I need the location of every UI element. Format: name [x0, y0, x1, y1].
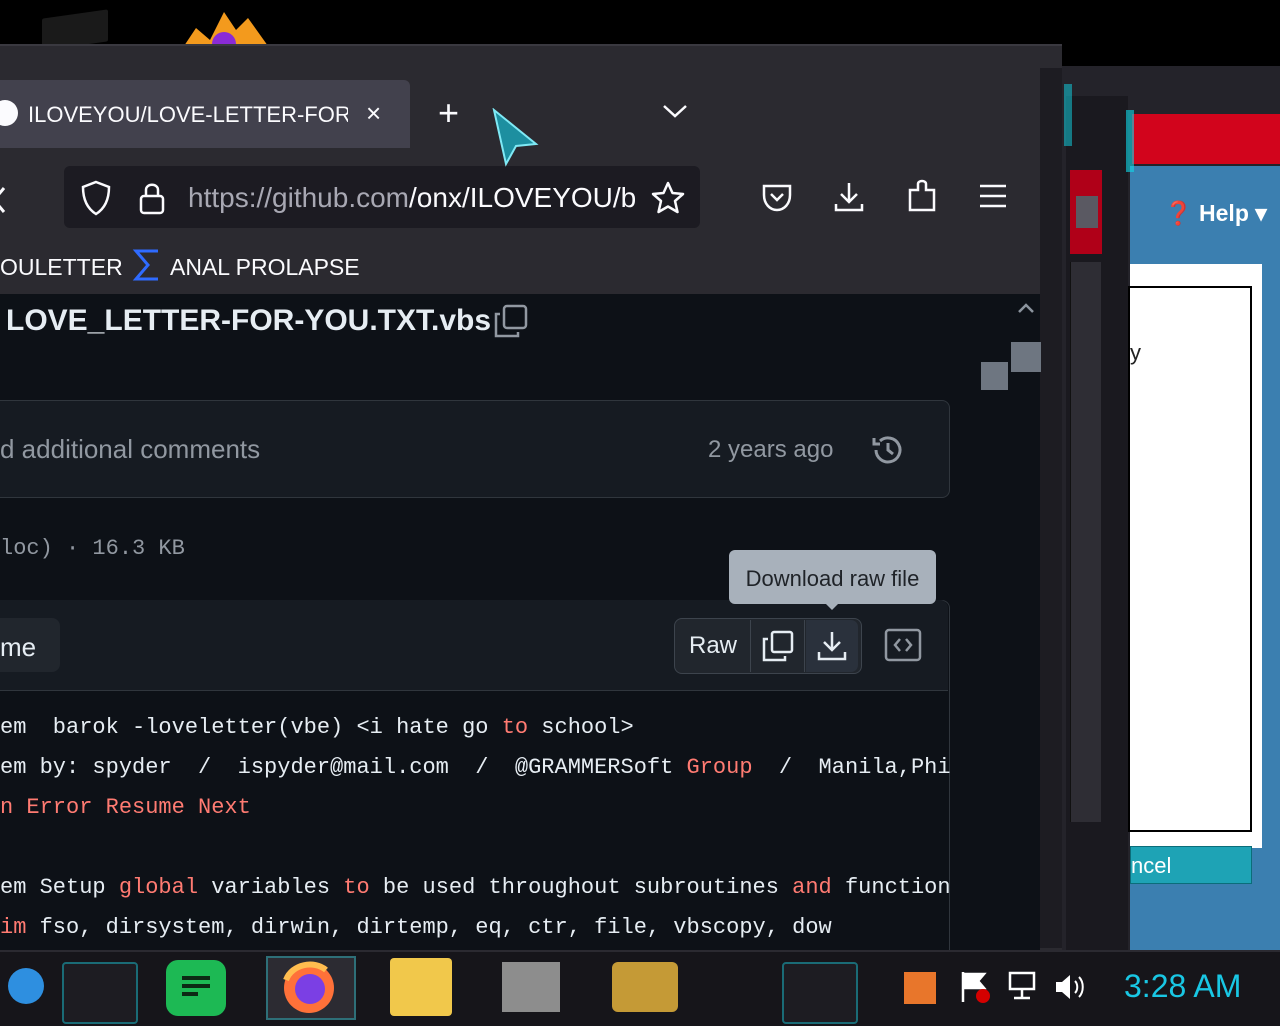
close-tab-icon[interactable]: ×	[366, 98, 381, 129]
back-arrow-icon[interactable]	[0, 186, 6, 214]
code-text: / Manila,Phi	[752, 755, 951, 780]
scroll-up-icon[interactable]	[1016, 298, 1036, 318]
notes-app-icon[interactable]	[166, 960, 226, 1016]
taskbar-slot[interactable]	[62, 962, 138, 1024]
history-icon[interactable]	[870, 432, 906, 468]
volume-icon[interactable]	[1054, 972, 1088, 1002]
file-explorer-icon[interactable]	[390, 958, 452, 1016]
code-line: em by: spyder / ispyder@mail.com / @GRAM…	[0, 748, 951, 788]
copy-icon	[762, 630, 794, 662]
help-label: Help	[1199, 200, 1249, 226]
sigma-icon	[132, 249, 158, 281]
pocket-icon[interactable]	[760, 180, 794, 214]
bookmark-star-icon[interactable]	[650, 180, 686, 216]
tooltip-arrow	[824, 602, 840, 610]
downloads-icon[interactable]	[832, 180, 866, 214]
url-text[interactable]: https://github.com/onx/ILOVEYOU/b	[188, 182, 636, 214]
code-tab-label: me	[0, 632, 37, 662]
tab-title: ILOVEYOU/LOVE-LETTER-FOR-YOU.TXT.vbs	[28, 102, 348, 127]
code-text: fso, dirsystem, dirwin, dirtemp, eq, ctr…	[26, 915, 832, 940]
code-line: im fso, dirsystem, dirwin, dirtemp, eq, …	[0, 908, 951, 948]
menu-icon[interactable]	[978, 182, 1008, 210]
code-keyword: n Error Resume Next	[0, 795, 251, 820]
chevron-down-icon[interactable]	[660, 96, 690, 126]
frame-glow	[1064, 84, 1072, 146]
dialog-text: y	[1130, 340, 1141, 365]
code-text: em barok -loveletter(vbe) <i hate go	[0, 715, 502, 740]
mouse-cursor-icon	[492, 108, 539, 167]
cancel-button[interactable]: ncel	[1130, 846, 1252, 884]
firefox-icon	[283, 961, 334, 1013]
scrollbar-thumb[interactable]	[1011, 342, 1041, 372]
download-tooltip: Download raw file	[729, 550, 936, 604]
code-text: function	[831, 875, 951, 900]
code-keyword: im	[0, 915, 27, 940]
frame-glow	[1126, 110, 1134, 172]
github-icon	[0, 100, 18, 126]
code-text: em Setup	[0, 875, 119, 900]
new-tab-button[interactable]: +	[438, 92, 459, 134]
dialog-textbox[interactable]	[1128, 286, 1252, 832]
code-line: em Setup global variables to be used thr…	[0, 868, 951, 908]
start-orb-icon[interactable]	[8, 968, 44, 1004]
code-line: em barok -loveletter(vbe) <i hate go to …	[0, 708, 951, 748]
code-keyword: global	[118, 875, 199, 900]
code-text: be used throughout subroutines	[369, 875, 793, 900]
action-center-flag-icon[interactable]	[958, 970, 992, 1004]
bookmark-item[interactable]: ANAL PROLAPSE	[170, 254, 360, 281]
code-keyword: Group	[686, 755, 753, 780]
browser-tab[interactable]: ILOVEYOU/LOVE-LETTER-FOR-YOU.TXT.vbs ×	[0, 80, 410, 148]
firefox-desktop-icon[interactable]	[184, 10, 268, 46]
extensions-icon[interactable]	[904, 178, 940, 214]
network-icon[interactable]	[1006, 970, 1038, 1002]
symbols-icon[interactable]	[884, 626, 922, 664]
download-raw-button[interactable]	[806, 620, 858, 672]
code-keyword: to	[343, 875, 370, 900]
file-meta: loc) · 16.3 KB	[0, 536, 185, 561]
code-text: school>	[528, 715, 634, 740]
commit-message[interactable]: d additional comments	[0, 434, 260, 465]
window-titlebar	[1132, 114, 1280, 164]
taskbar-clock[interactable]: 3:28 AM	[1124, 968, 1241, 1005]
firewall-icon[interactable]	[502, 962, 560, 1012]
handshake-icon[interactable]	[612, 962, 678, 1012]
scrollbar-marker	[981, 362, 1008, 390]
taskbar-slot[interactable]	[782, 962, 858, 1024]
help-menu[interactable]: ❓ Help ▾	[1164, 200, 1267, 227]
code-keyword: to	[501, 715, 529, 740]
bookmark-item[interactable]: OULETTER	[0, 254, 123, 281]
code-text: em by: spyder / ispyder@mail.com / @GRAM…	[0, 755, 687, 780]
dropdown-arrow-icon[interactable]	[1076, 196, 1098, 228]
code-content: em barok -loveletter(vbe) <i hate go to …	[0, 708, 951, 948]
commit-time[interactable]: 2 years ago	[708, 436, 833, 464]
url-path: /onx/ILOVEYOU/b	[409, 182, 636, 213]
copy-path-icon[interactable]	[494, 304, 528, 338]
dialog-scrollbar[interactable]	[1070, 262, 1101, 822]
copy-raw-button[interactable]	[752, 620, 805, 672]
java-icon[interactable]	[904, 972, 936, 1004]
download-icon	[817, 632, 847, 661]
shield-icon[interactable]	[80, 180, 112, 216]
code-keyword: and	[792, 875, 832, 900]
code-text: variables	[198, 875, 344, 900]
file-title: LOVE_LETTER-FOR-YOU.TXT.vbs	[6, 304, 492, 337]
lock-icon[interactable]	[138, 180, 166, 216]
url-host: https://github.com	[188, 182, 410, 213]
code-line: n Error Resume Next	[0, 788, 951, 828]
lines-icon	[182, 976, 210, 996]
vertical-scrollbar[interactable]	[1012, 296, 1040, 948]
raw-button[interactable]: Raw	[676, 620, 751, 672]
